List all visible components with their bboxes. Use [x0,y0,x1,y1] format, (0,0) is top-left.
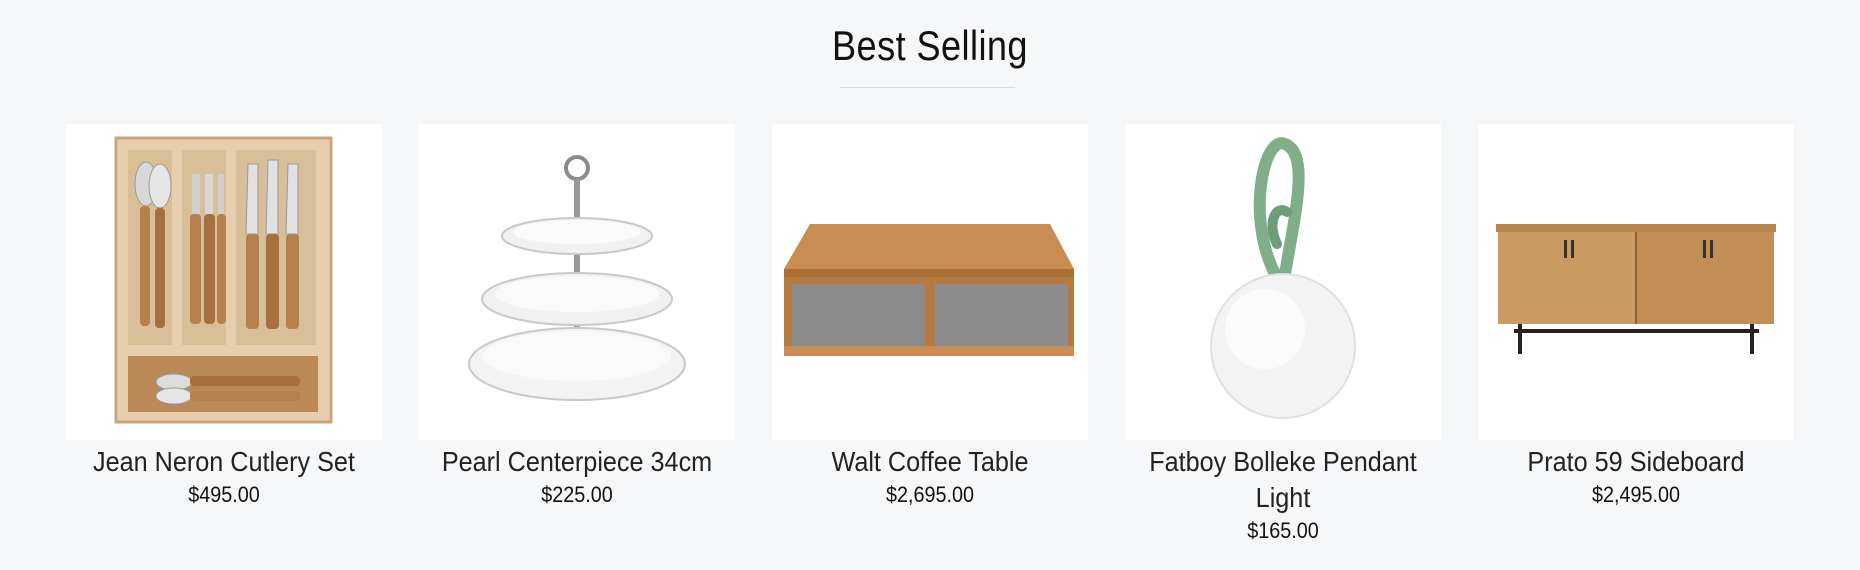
product-card[interactable]: Fatboy Bolleke Pendant Light $165.00 [1125,124,1441,546]
best-selling-section: Best Selling Jean Neron Cutlery Set $495… [0,0,1860,570]
product-price: $2,695.00 [885,482,975,507]
coffee-table-image [784,224,1074,356]
sideboard-image [1496,224,1776,354]
product-price: $165.00 [1247,518,1319,543]
product-name[interactable]: Walt Coffee Table [788,444,1072,480]
title-divider [840,87,1015,88]
product-name[interactable]: Prato 59 Sideboard [1494,444,1778,480]
cake-stand-image [468,155,686,401]
product-card[interactable]: Jean Neron Cutlery Set $495.00 [66,124,382,546]
product-image[interactable] [772,124,1088,440]
pendant-light-image [1210,137,1356,419]
cutlery-set-image [114,136,333,424]
product-card[interactable]: Prato 59 Sideboard $2,495.00 [1478,124,1794,546]
product-price: $225.00 [541,482,613,507]
product-card[interactable]: Walt Coffee Table $2,695.00 [772,124,1088,546]
product-name[interactable]: Pearl Centerpiece 34cm [435,444,719,480]
product-image[interactable] [66,124,382,440]
product-image[interactable] [419,124,735,440]
product-image[interactable] [1125,124,1441,440]
product-name[interactable]: Jean Neron Cutlery Set [82,444,366,480]
product-grid: Jean Neron Cutlery Set $495.00 Pearl Cen… [66,124,1794,546]
product-image[interactable] [1478,124,1794,440]
section-title: Best Selling [832,22,1028,69]
product-name[interactable]: Fatboy Bolleke Pendant Light [1141,444,1425,516]
product-price: $495.00 [188,482,260,507]
product-card[interactable]: Pearl Centerpiece 34cm $225.00 [419,124,735,546]
product-price: $2,495.00 [1591,482,1681,507]
